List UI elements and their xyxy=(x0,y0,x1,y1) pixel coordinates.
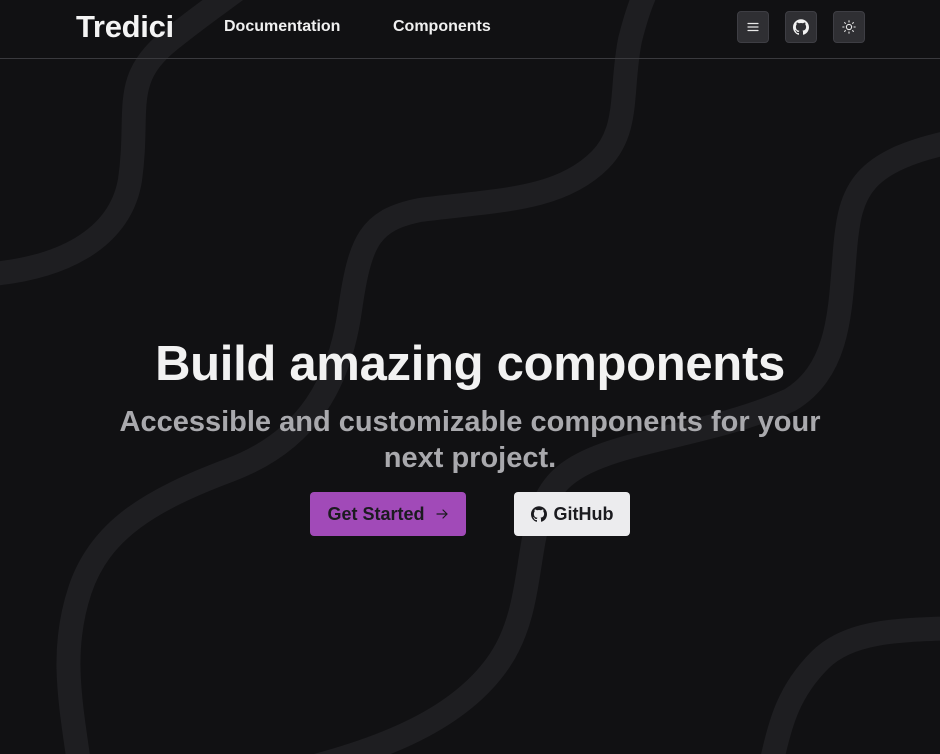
nav-link-documentation[interactable]: Documentation xyxy=(224,17,340,37)
hero-title: Build amazing components xyxy=(155,337,785,391)
menu-icon xyxy=(747,22,759,32)
sun-icon xyxy=(842,20,856,34)
github-button-label: GitHub xyxy=(553,503,614,524)
nav-link-components[interactable]: Components xyxy=(393,17,491,37)
theme-toggle-button[interactable] xyxy=(833,11,865,43)
page: Tredici Documentation Components Build a… xyxy=(0,0,940,754)
top-navbar: Tredici Documentation Components xyxy=(0,0,940,59)
github-icon xyxy=(530,506,547,522)
menu-button[interactable] xyxy=(737,11,769,43)
github-button[interactable]: GitHub xyxy=(514,492,630,536)
brand-logo[interactable]: Tredici xyxy=(76,9,174,45)
arrow-right-icon xyxy=(435,509,448,519)
get-started-label: Get Started xyxy=(327,503,425,524)
github-icon xyxy=(793,19,809,35)
hero-subtitle: Accessible and customizable components f… xyxy=(119,406,821,474)
github-link-button[interactable] xyxy=(785,11,817,43)
get-started-button[interactable]: Get Started xyxy=(310,492,466,536)
